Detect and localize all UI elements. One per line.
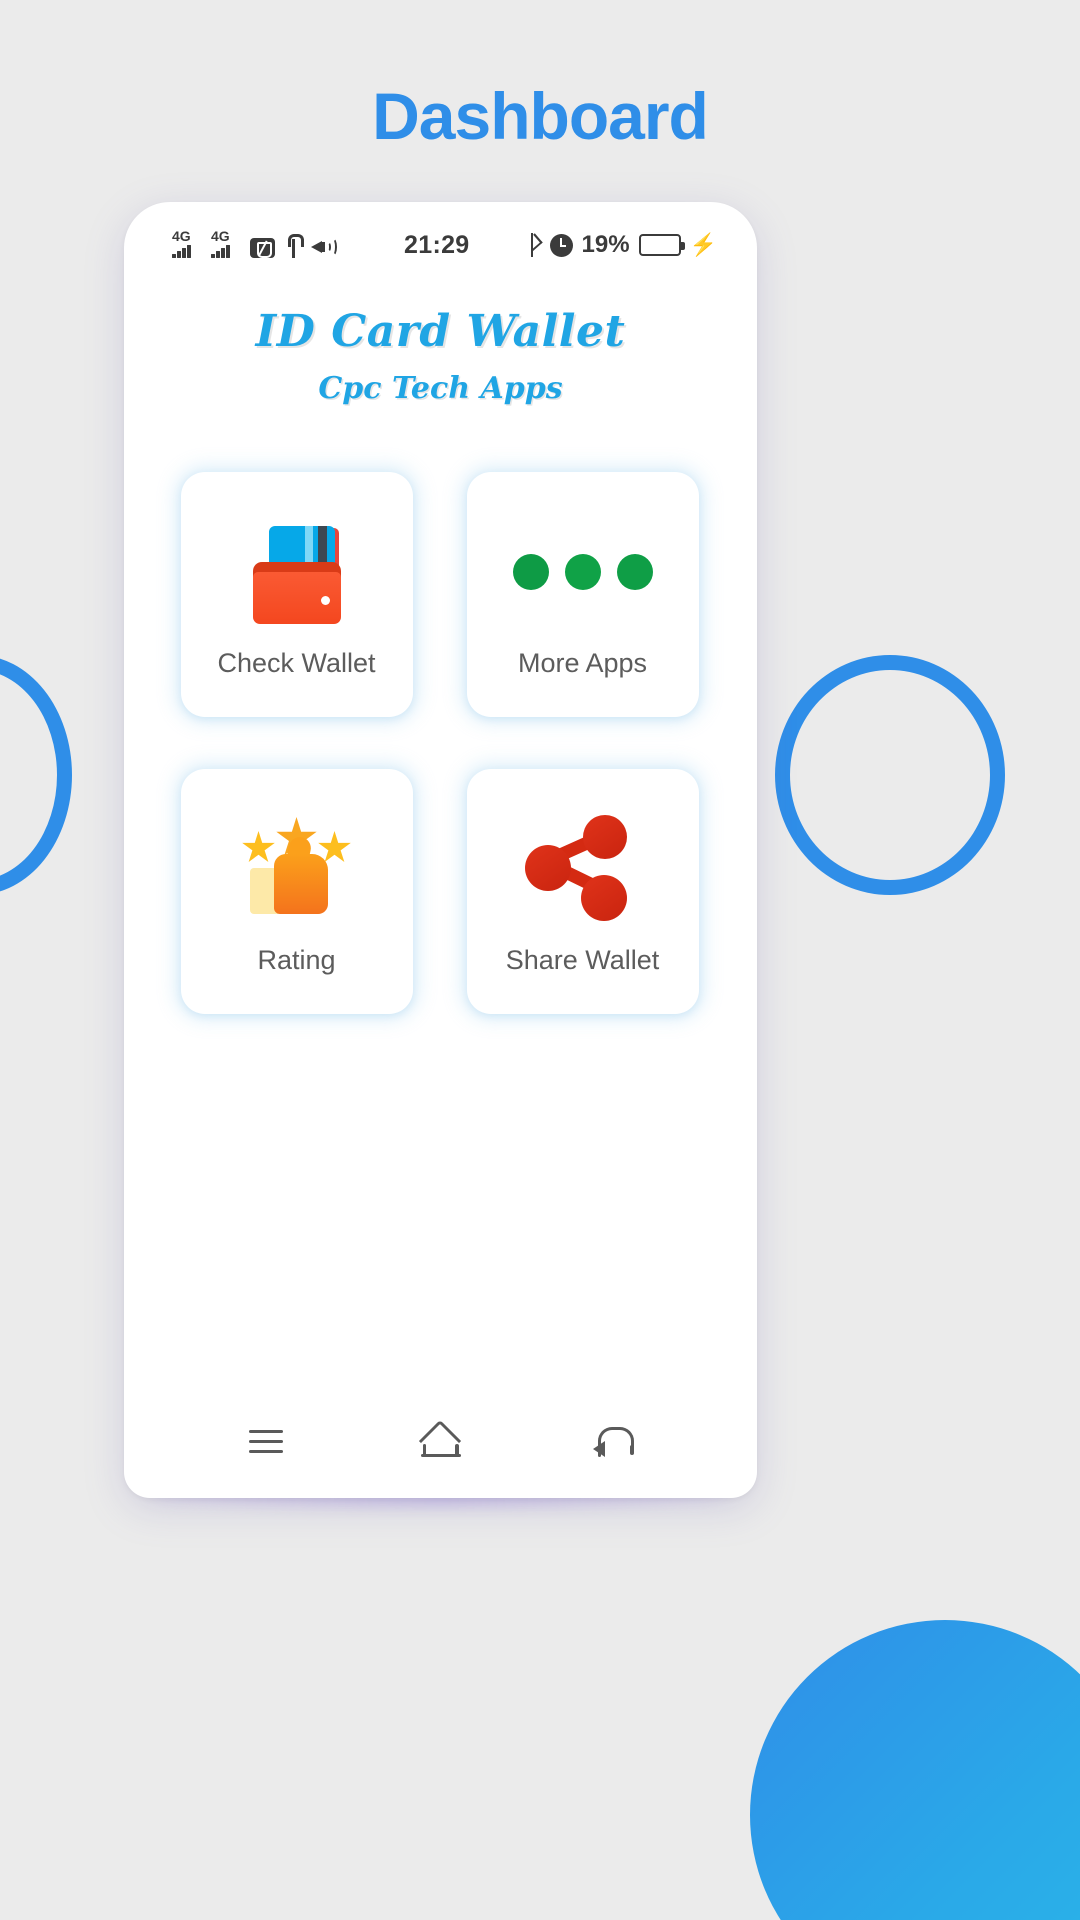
tile-grid: Check Wallet More Apps Rating Share Wall… xyxy=(180,472,701,1014)
home-icon xyxy=(418,1419,463,1463)
usb-icon xyxy=(284,234,304,258)
nav-home-button[interactable] xyxy=(401,1412,481,1472)
menu-icon xyxy=(248,1430,283,1454)
status-bar-left: 4G 4G xyxy=(150,228,337,258)
signal-icon-sim1: 4G xyxy=(172,228,202,258)
three-dots-icon xyxy=(512,512,653,632)
status-bar-clock: 21:29 xyxy=(404,230,470,259)
battery-percent-label: 19% xyxy=(581,231,630,258)
tile-more-apps[interactable]: More Apps xyxy=(466,472,699,717)
app-subtitle: Cpc Tech Apps xyxy=(318,371,563,406)
alarm-clock-icon xyxy=(549,233,573,257)
tile-label-rating: Rating xyxy=(257,945,336,975)
tile-label-more-apps: More Apps xyxy=(517,648,648,678)
vpn-off-icon xyxy=(250,238,275,258)
bluetooth-icon xyxy=(525,233,541,257)
tile-share-wallet[interactable]: Share Wallet xyxy=(466,769,699,1014)
network-label-sim2: 4G xyxy=(211,228,230,244)
status-bar-right: 19% ⚡ xyxy=(525,231,731,259)
tile-label-share-wallet: Share Wallet xyxy=(505,945,660,975)
network-label-sim1: 4G xyxy=(172,228,191,244)
share-nodes-icon xyxy=(523,809,643,929)
decorative-blob-bottom-right xyxy=(750,1620,1080,1920)
battery-icon xyxy=(638,234,685,256)
phone-mockup: 4G 4G 21:29 19% ⚡ ID Card Wallet Cpc Tec… xyxy=(124,202,757,1498)
lightning-bolt-icon: ⚡ xyxy=(689,232,717,257)
tile-rating[interactable]: Rating xyxy=(180,769,413,1014)
nav-back-button[interactable] xyxy=(576,1412,656,1472)
signal-bars-sim2 xyxy=(211,245,230,258)
thumbs-up-stars-icon xyxy=(238,809,356,929)
decorative-circle-right xyxy=(775,655,1005,895)
decorative-circle-left xyxy=(0,655,72,895)
signal-bars-sim1 xyxy=(172,245,191,258)
wallet-icon xyxy=(241,512,353,632)
tile-label-check-wallet: Check Wallet xyxy=(217,648,376,678)
navigation-bar xyxy=(124,1386,757,1498)
volume-icon xyxy=(311,236,337,258)
page-title: Dashboard xyxy=(372,79,709,153)
tile-check-wallet[interactable]: Check Wallet xyxy=(180,472,413,717)
back-icon xyxy=(592,1427,636,1457)
nav-menu-button[interactable] xyxy=(226,1412,306,1472)
status-bar: 4G 4G 21:29 19% ⚡ xyxy=(124,202,757,288)
app-title: ID Card Wallet xyxy=(255,306,626,357)
signal-icon-sim2: 4G xyxy=(211,228,241,258)
